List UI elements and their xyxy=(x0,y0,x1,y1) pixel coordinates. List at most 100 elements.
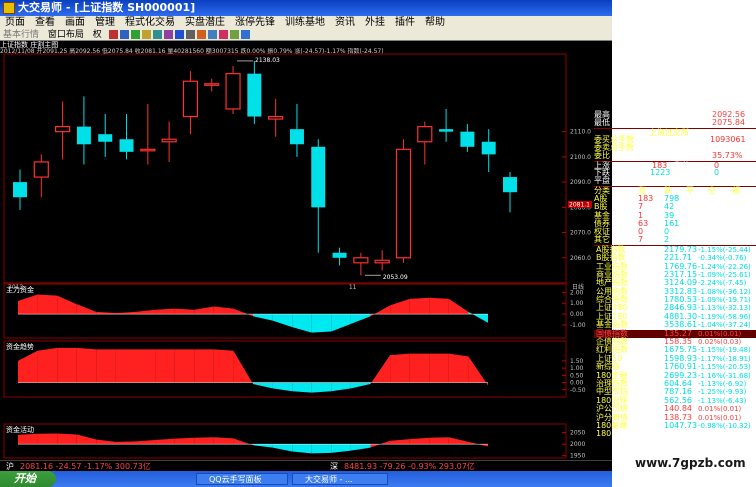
extreme-marker-label: 2053.09 xyxy=(383,274,408,281)
indicator-area-segment xyxy=(331,444,351,453)
candle-body-down xyxy=(76,126,91,145)
indicator-area-segment xyxy=(292,314,312,333)
candle-body-up xyxy=(182,80,199,118)
indicator-area-segment xyxy=(37,347,58,383)
indicator-area-segment xyxy=(115,441,136,445)
breadth-row[interactable]: 其它 7 2 0 346 680 xyxy=(594,235,756,245)
ratio-row: 委比 35.73% xyxy=(594,151,756,161)
index-change: -1.04%(-37.24) xyxy=(698,321,751,330)
indicator-area-segment xyxy=(96,311,116,315)
extreme-marker-label: 2138.03 xyxy=(255,57,280,64)
indicator-y-tick-label: 2050 xyxy=(570,430,585,437)
indicator-y-tick-label: 2000 xyxy=(570,441,585,448)
indicator-area-segment xyxy=(115,311,136,315)
indicator-area-segment xyxy=(135,309,156,315)
index-change: -1.16%(-31.68) xyxy=(698,371,751,380)
ratio-label: 委比 xyxy=(594,151,610,161)
indicator-y-tick-label: 0.00 xyxy=(570,311,584,318)
start-button[interactable]: 开始 xyxy=(0,471,56,487)
indicator-area-segment xyxy=(37,294,58,315)
indicator-area-segment xyxy=(272,444,293,452)
index-change: -1.19%(-58.96) xyxy=(698,312,751,321)
indicator-area-segment xyxy=(233,308,253,317)
indicator-area-segment xyxy=(155,438,175,445)
indicator-y-tick-label: 0.00 xyxy=(570,380,584,387)
indicator-area-segment xyxy=(311,382,332,393)
indicator-area-segment xyxy=(350,444,371,451)
indicator-area-segment xyxy=(76,304,97,315)
candle-body-down xyxy=(311,146,326,208)
empty-label: 空盘 xyxy=(674,176,690,186)
indicator-y-tick-label: 1.00 xyxy=(570,300,584,307)
breadth-cell: 0 xyxy=(686,235,692,245)
indicator-area-segment xyxy=(194,349,214,383)
ratio-value: 35.73% xyxy=(712,151,743,161)
candle-body-up xyxy=(55,126,71,133)
watermark-text: www.7gpzb.com xyxy=(635,456,746,470)
indicator-area-segment xyxy=(194,437,214,445)
candle-body-up xyxy=(417,126,433,143)
indicator-area-segment xyxy=(213,349,234,383)
indicator-area-segment xyxy=(57,295,77,315)
indicator-area-segment xyxy=(448,298,469,315)
indicator-area-segment xyxy=(57,433,77,445)
chart-canvas[interactable]: 2110.02100.02090.02080.02070.02060.02138… xyxy=(0,0,612,460)
index-change: -1.09%(-19.71) xyxy=(698,296,751,305)
indicator-area-segment xyxy=(409,437,430,445)
low-label: 最低 xyxy=(594,118,610,128)
index-list: A股指数 2179.73 -1.15%(-25.44) B股指数 221.71 -0.34… xyxy=(594,244,756,439)
indicator-y-tick-label: 1950 xyxy=(570,453,585,460)
low-value: 2075.84 xyxy=(712,118,746,128)
task-qq-handwriting[interactable]: QQ云手写面板 xyxy=(196,473,288,485)
candle-body-down xyxy=(460,131,475,147)
indicator-area-segment xyxy=(409,297,430,315)
main-panel-frame xyxy=(3,53,567,284)
main-y-tick-label: 2110.0 xyxy=(570,129,591,136)
low-row: 最低 2075.84 xyxy=(594,118,756,128)
indicator-title: 主力资金 xyxy=(6,285,34,294)
quote-panel: 最高 2092.56 最低 2075.84 上海证交所 委买总手数 109306… xyxy=(594,110,756,447)
index-change: -2.24%(-7.45) xyxy=(698,279,747,288)
indicator-area-segment xyxy=(76,434,97,445)
index-change: -1.08%(-36.12) xyxy=(698,287,751,296)
indicator-y-tick-label: 1.00 xyxy=(570,365,584,372)
indicator-area-segment xyxy=(155,349,175,383)
task-label: QQ云手写面板 xyxy=(209,475,262,484)
index-change: 0.01%(0.01) xyxy=(698,329,742,338)
index-change: -1.17%(-18.91) xyxy=(698,354,751,363)
index-change: -1.15%(-19.48) xyxy=(698,346,751,355)
empty-value: 2265 xyxy=(710,176,731,186)
main-y-tick-label: 2060.0 xyxy=(570,255,591,262)
index-change: 0.01%(0.01) xyxy=(698,405,742,414)
indicator-area-segment xyxy=(174,437,195,445)
indicator-area-segment xyxy=(311,444,332,454)
indicator-area-segment xyxy=(468,311,488,323)
indicator-area-segment xyxy=(429,297,449,315)
index-change: -1.13%(-6.92) xyxy=(698,380,747,388)
indicator-area-segment xyxy=(390,298,410,315)
candle-body-up xyxy=(204,83,220,86)
indicator-y-tick-label: -1.00 xyxy=(570,322,586,329)
indicator-area-segment xyxy=(370,305,391,317)
task-dajiaoyishi[interactable]: 大交易师 - ... xyxy=(292,473,388,485)
index-change: -0.34%(-0.76) xyxy=(698,254,747,263)
indicator-area-segment xyxy=(311,314,332,333)
indicator-area-segment xyxy=(350,382,371,389)
indicator-area-segment xyxy=(292,444,312,454)
candle-body-down xyxy=(332,252,347,258)
candle-body-up xyxy=(140,148,156,152)
flat-row: 平盘 65 空盘 2265 xyxy=(594,176,756,186)
indicator-area-segment xyxy=(253,314,273,321)
candle-body-down xyxy=(247,73,262,117)
indicator-area-segment xyxy=(468,356,488,386)
index-row[interactable]: 180基建 1047.73 -0.98%(-10.32) xyxy=(594,421,756,430)
indicator-area-segment xyxy=(96,439,116,445)
app-window: 大交易师 - [上证指数 SH000001] 页面 查看 画面 管理 程式化交易 实盘潜庄… xyxy=(0,0,612,487)
indicator-area-segment xyxy=(57,347,77,383)
taskbar: 开始 QQ云手写面板 大交易师 - ... xyxy=(0,471,612,487)
candle-body-down xyxy=(119,139,134,152)
index-change: -1.24%(-22.26) xyxy=(698,262,751,271)
indicator-area-segment xyxy=(429,437,449,445)
indicator-area-segment xyxy=(253,444,273,448)
index-row[interactable]: 180 xyxy=(594,429,756,438)
